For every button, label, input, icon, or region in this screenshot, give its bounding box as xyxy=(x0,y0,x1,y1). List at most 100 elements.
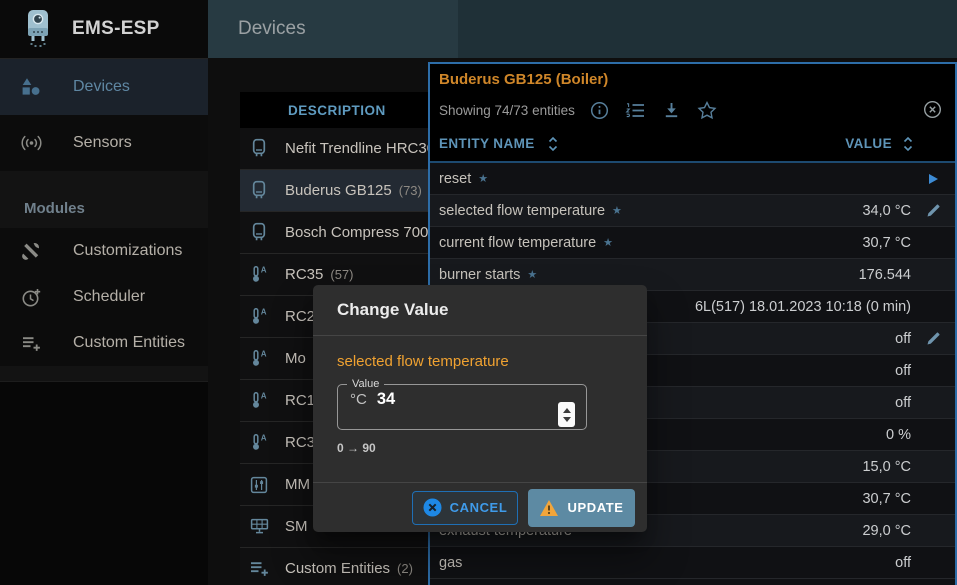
sidebar-nav-modules: Customizations Scheduler Custom Entities xyxy=(0,228,208,366)
sidebar-item-label: Customizations xyxy=(73,242,182,260)
device-entity-count: (2) xyxy=(397,561,413,576)
entity-count-status: Showing 74/73 entities xyxy=(439,103,575,118)
value-unit: °C xyxy=(350,391,367,408)
play-icon[interactable] xyxy=(911,173,955,185)
favorite-star-icon: ★ xyxy=(527,269,537,281)
entity-value: 6L(517) 18.01.2023 10:18 (0 min) xyxy=(695,299,911,315)
svg-text:A: A xyxy=(260,434,266,443)
favorite-star-icon: ★ xyxy=(612,205,622,217)
entity-value: off xyxy=(895,331,911,347)
column-value: VALUE xyxy=(845,136,892,151)
entity-table-header-row: ENTITY NAME VALUE xyxy=(430,126,955,163)
entity-name: gas xyxy=(439,555,895,571)
dialog-footer: CANCEL UPDATE xyxy=(313,482,647,532)
sidebar: DevicesSensors Modules CustomizationsSch… xyxy=(0,58,208,585)
entity-value: 34,0 °C xyxy=(862,203,911,219)
entity-row[interactable]: selected flow temperature★34,0 °C xyxy=(430,195,955,227)
info-icon[interactable] xyxy=(590,101,609,120)
device-name: RC1 xyxy=(285,392,315,409)
update-button-label: UPDATE xyxy=(567,500,623,515)
entity-value: 15,0 °C xyxy=(862,459,911,475)
sidebar-item-devices[interactable]: Devices xyxy=(0,59,208,115)
thermostat-icon: A xyxy=(247,265,271,284)
value-range-hint: 0 → 90 xyxy=(337,441,623,455)
device-name: MM xyxy=(285,476,310,493)
thermostat-icon: A xyxy=(247,433,271,452)
download-icon[interactable] xyxy=(662,101,681,120)
device-name: RC2 xyxy=(285,308,315,325)
sidebar-item-label: Sensors xyxy=(73,134,132,152)
shapes-icon xyxy=(18,77,44,97)
star-outline-icon[interactable] xyxy=(697,101,717,120)
entity-row[interactable]: gasoff xyxy=(430,547,955,579)
list-numbered-icon[interactable] xyxy=(625,102,646,119)
device-name: Buderus GB125 xyxy=(285,182,392,199)
app-window: EMS-ESP Devices DevicesSensors Modules C… xyxy=(0,0,957,585)
sidebar-item-customizations[interactable]: Customizations xyxy=(0,228,208,274)
boiler-icon xyxy=(247,180,271,201)
sort-icon[interactable] xyxy=(548,136,558,152)
number-stepper[interactable] xyxy=(558,402,575,427)
entity-value: 176.544 xyxy=(859,267,911,283)
cancel-button-label: CANCEL xyxy=(450,500,508,515)
device-name: Nefit Trendline HRC30 xyxy=(285,140,435,157)
entity-value: off xyxy=(895,363,911,379)
sidebar-item-scheduler[interactable]: Scheduler xyxy=(0,274,208,320)
sidebar-footer-area xyxy=(0,381,208,585)
entity-name: burner starts★ xyxy=(439,267,859,283)
svg-text:A: A xyxy=(260,392,266,401)
thermostat-icon: A xyxy=(247,307,271,326)
close-icon[interactable] xyxy=(923,100,942,119)
entity-value: 30,7 °C xyxy=(862,235,911,251)
update-button[interactable]: UPDATE xyxy=(528,489,635,527)
thermostat-icon: A xyxy=(247,391,271,410)
device-entity-count: (73) xyxy=(399,183,422,198)
entity-panel-toolbar: Showing 74/73 entities xyxy=(430,94,955,126)
entity-panel-title: Buderus GB125 (Boiler) xyxy=(430,64,955,94)
entity-value: 29,0 °C xyxy=(862,523,911,539)
sidebar-item-sensors[interactable]: Sensors xyxy=(0,115,208,171)
entity-row[interactable]: current flow temperature★30,7 °C xyxy=(430,227,955,259)
column-entity-name: ENTITY NAME xyxy=(439,136,535,151)
app-brand: EMS-ESP xyxy=(0,0,208,58)
device-name: RC35 xyxy=(285,266,323,283)
warning-icon xyxy=(539,499,559,517)
svg-text:A: A xyxy=(260,350,266,359)
favorite-star-icon: ★ xyxy=(603,237,613,249)
sidebar-item-label: Custom Entities xyxy=(73,334,185,352)
device-name: Bosch Compress 700 xyxy=(285,224,428,241)
boiler-icon xyxy=(247,222,271,243)
solar-icon xyxy=(247,517,271,536)
device-entity-count: (57) xyxy=(330,267,353,282)
entity-name: selected flow temperature★ xyxy=(439,203,862,219)
value-input[interactable]: 34 xyxy=(377,390,395,409)
topbar: EMS-ESP Devices xyxy=(0,0,957,58)
boiler-icon xyxy=(247,138,271,159)
pencil-icon[interactable] xyxy=(911,203,955,218)
stepper-down-icon[interactable] xyxy=(563,417,571,422)
clock-plus-icon xyxy=(18,287,44,308)
device-name: Custom Entities xyxy=(285,560,390,577)
list-plus-icon xyxy=(247,560,271,577)
sensors-icon xyxy=(18,135,44,151)
entity-row[interactable]: reset★ xyxy=(430,163,955,195)
svg-text:A: A xyxy=(260,266,266,275)
entity-table-filler xyxy=(430,579,955,585)
sort-icon[interactable] xyxy=(903,136,913,152)
svg-text:A: A xyxy=(260,308,266,317)
value-field-label: Value xyxy=(347,378,384,390)
cancel-button[interactable]: CANCEL xyxy=(412,491,518,525)
thermostat-icon: A xyxy=(247,349,271,368)
entity-value: 30,7 °C xyxy=(862,491,911,507)
topbar-background: Devices xyxy=(208,0,957,58)
pencil-icon[interactable] xyxy=(911,331,955,346)
value-field[interactable]: Value °C 34 xyxy=(337,378,587,430)
sidebar-item-custom-entities[interactable]: Custom Entities xyxy=(0,320,208,366)
topbar-active-tab[interactable]: Devices xyxy=(208,0,458,58)
stepper-up-icon[interactable] xyxy=(563,408,571,413)
sidebar-nav-main: Devices Sensors xyxy=(0,59,208,171)
dialog-title: Change Value xyxy=(313,285,647,336)
page-title: Devices xyxy=(238,18,306,40)
dialog-body: selected flow temperature Value °C 34 0 … xyxy=(313,336,647,455)
entity-value: 0 % xyxy=(886,427,911,443)
